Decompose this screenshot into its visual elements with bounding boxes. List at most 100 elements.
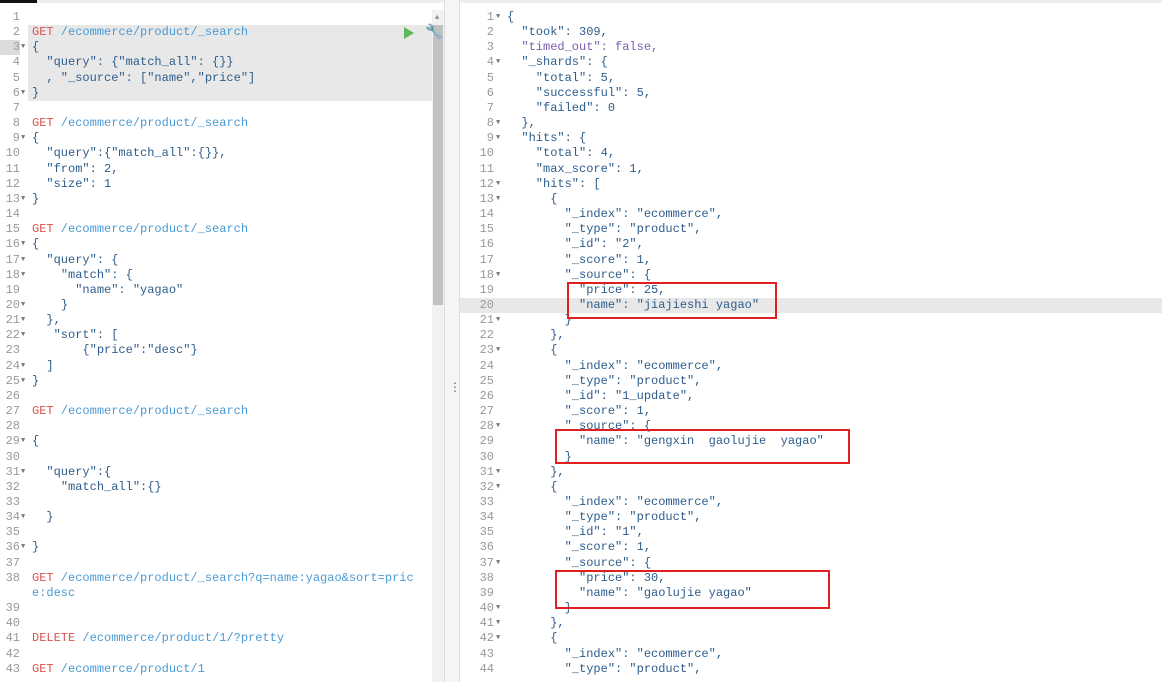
code-line[interactable]: 26 "_id": "1_update", — [460, 389, 1162, 404]
fold-toggle-icon[interactable]: ▼ — [21, 359, 25, 374]
code-line[interactable]: 30 — [0, 450, 432, 465]
fold-toggle-icon[interactable]: ▼ — [496, 177, 500, 192]
fold-toggle-icon[interactable]: ▼ — [496, 465, 500, 480]
code-line[interactable]: 15 GET /ecommerce/product/_search — [0, 222, 432, 237]
code-line[interactable]: 20 ▼ } — [0, 298, 432, 313]
fold-toggle-icon[interactable]: ▼ — [21, 374, 25, 389]
code-line[interactable]: 1 — [0, 10, 432, 25]
code-line[interactable]: 23 ▼ { — [460, 343, 1162, 358]
fold-toggle-icon[interactable]: ▼ — [21, 313, 25, 328]
code-line[interactable]: 23 {"price":"desc"} — [0, 343, 432, 358]
code-line[interactable]: 42 ▼ { — [460, 631, 1162, 646]
code-line[interactable]: 19 "price": 25, — [460, 283, 1162, 298]
fold-toggle-icon[interactable]: ▼ — [496, 616, 500, 631]
pane-resizer[interactable]: ⋮ — [444, 0, 461, 682]
code-line[interactable]: 31 ▼ "query":{ — [0, 465, 432, 480]
code-line[interactable]: 3 ▼ { — [0, 40, 432, 56]
code-line[interactable]: 29 ▼ { — [0, 434, 432, 449]
code-line[interactable]: 18 ▼ "match": { — [0, 268, 432, 283]
fold-toggle-icon[interactable]: ▼ — [496, 192, 500, 207]
fold-toggle-icon[interactable]: ▼ — [21, 192, 25, 207]
fold-toggle-icon[interactable]: ▼ — [496, 601, 500, 616]
fold-toggle-icon[interactable]: ▼ — [21, 131, 25, 146]
code-line[interactable]: 24 "_index": "ecommerce", — [460, 359, 1162, 374]
code-line[interactable]: 10 "query":{"match_all":{}}, — [0, 146, 432, 161]
code-line[interactable]: 39 — [0, 601, 432, 616]
fold-toggle-icon[interactable]: ▼ — [496, 556, 500, 571]
code-line[interactable]: 22 ▼ "sort": [ — [0, 328, 432, 343]
code-line[interactable]: 11 "max_score": 1, — [460, 162, 1162, 177]
request-editor[interactable]: 1 2 GET /ecommerce/product/_search 3 ▼{4 "qu… — [0, 10, 432, 682]
code-line[interactable]: 5 , "_source": ["name","price"] — [0, 70, 432, 86]
code-line[interactable]: 14 "_index": "ecommerce", — [460, 207, 1162, 222]
code-line[interactable]: 2 GET /ecommerce/product/_search — [0, 25, 432, 41]
code-line[interactable]: 27 GET /ecommerce/product/_search — [0, 404, 432, 419]
code-line[interactable]: 8 ▼ }, — [460, 116, 1162, 131]
fold-toggle-icon[interactable]: ▼ — [496, 343, 500, 358]
code-line[interactable]: 4 ▼ "_shards": { — [460, 55, 1162, 70]
code-line[interactable]: 40 — [0, 616, 432, 631]
fold-toggle-icon[interactable]: ▼ — [21, 86, 25, 101]
code-line[interactable]: 32 ▼ { — [460, 480, 1162, 495]
code-line[interactable]: 24 ▼ ] — [0, 359, 432, 374]
code-line[interactable]: 35 "_id": "1", — [460, 525, 1162, 540]
fold-toggle-icon[interactable]: ▼ — [21, 253, 25, 268]
play-icon[interactable] — [404, 27, 414, 39]
code-line[interactable]: 42 — [0, 647, 432, 662]
code-line[interactable]: 16 ▼ { — [0, 237, 432, 252]
fold-toggle-icon[interactable]: ▼ — [21, 237, 25, 252]
code-line[interactable]: 32 "match_all":{} — [0, 480, 432, 495]
code-line[interactable]: 35 — [0, 525, 432, 540]
code-line[interactable]: 36 "_score": 1, — [460, 540, 1162, 555]
code-line[interactable]: 41 ▼ }, — [460, 616, 1162, 631]
code-line[interactable]: 25 ▼} — [0, 374, 432, 389]
request-editor-scrollbar[interactable]: ▲ — [432, 10, 444, 682]
code-line[interactable]: 17 "_score": 1, — [460, 253, 1162, 268]
code-line[interactable]: 34 ▼ } — [0, 510, 432, 525]
code-line[interactable]: 38 GET /ecommerce/product/_search?q=name:… — [0, 571, 432, 601]
code-line[interactable]: 13 ▼ { — [460, 192, 1162, 207]
code-line[interactable]: 43 "_index": "ecommerce", — [460, 647, 1162, 662]
fold-toggle-icon[interactable]: ▼ — [496, 480, 500, 495]
fold-toggle-icon[interactable]: ▼ — [21, 510, 25, 525]
code-line[interactable]: 34 "_type": "product", — [460, 510, 1162, 525]
code-line[interactable]: 3 "timed_out": false, — [460, 40, 1162, 55]
fold-toggle-icon[interactable]: ▼ — [21, 268, 25, 283]
wrench-icon[interactable]: 🔧 — [425, 24, 442, 41]
code-line[interactable]: 1 ▼ { — [460, 10, 1162, 25]
code-line[interactable]: 33 "_index": "ecommerce", — [460, 495, 1162, 510]
code-line[interactable]: 11 "from": 2, — [0, 162, 432, 177]
code-line[interactable]: 26 — [0, 389, 432, 404]
fold-toggle-icon[interactable]: ▼ — [496, 313, 500, 328]
code-line[interactable]: 21 ▼ }, — [0, 313, 432, 328]
fold-toggle-icon[interactable]: ▼ — [496, 631, 500, 646]
code-line[interactable]: 9 ▼ "hits": { — [460, 131, 1162, 146]
code-line[interactable]: 12 ▼ "hits": [ — [460, 177, 1162, 192]
fold-toggle-icon[interactable]: ▼ — [21, 40, 25, 55]
fold-toggle-icon[interactable]: ▼ — [496, 116, 500, 131]
code-line[interactable]: 2 "took": 309, — [460, 25, 1162, 40]
code-line[interactable]: 7 "failed": 0 — [460, 101, 1162, 116]
code-line[interactable]: 31 ▼ }, — [460, 465, 1162, 480]
code-line[interactable]: 41 DELETE /ecommerce/product/1/?pretty — [0, 631, 432, 646]
fold-toggle-icon[interactable]: ▼ — [21, 298, 25, 313]
code-line[interactable]: 5 "total": 5, — [460, 71, 1162, 86]
code-line[interactable]: 44 "_type": "product", — [460, 662, 1162, 677]
code-line[interactable]: 36 ▼} — [0, 540, 432, 555]
fold-toggle-icon[interactable]: ▼ — [496, 10, 500, 25]
code-line[interactable]: 28 — [0, 419, 432, 434]
code-line[interactable]: 17 ▼ "query": { — [0, 253, 432, 268]
code-line[interactable]: 27 "_score": 1, — [460, 404, 1162, 419]
code-line[interactable]: 7 — [0, 101, 432, 116]
code-line[interactable]: 6 ▼} — [0, 85, 432, 101]
code-line[interactable]: 18 ▼ "_source": { — [460, 268, 1162, 283]
code-line[interactable]: 21 ▼ } — [460, 313, 1162, 328]
code-line[interactable]: 12 "size": 1 — [0, 177, 432, 192]
code-line[interactable]: 14 — [0, 207, 432, 222]
fold-toggle-icon[interactable]: ▼ — [21, 465, 25, 480]
code-line[interactable]: 8 GET /ecommerce/product/_search — [0, 116, 432, 131]
code-line[interactable]: 15 "_type": "product", — [460, 222, 1162, 237]
code-line[interactable]: 37 — [0, 556, 432, 571]
fold-toggle-icon[interactable]: ▼ — [496, 131, 500, 146]
code-line[interactable]: 37 ▼ "_source": { — [460, 556, 1162, 571]
